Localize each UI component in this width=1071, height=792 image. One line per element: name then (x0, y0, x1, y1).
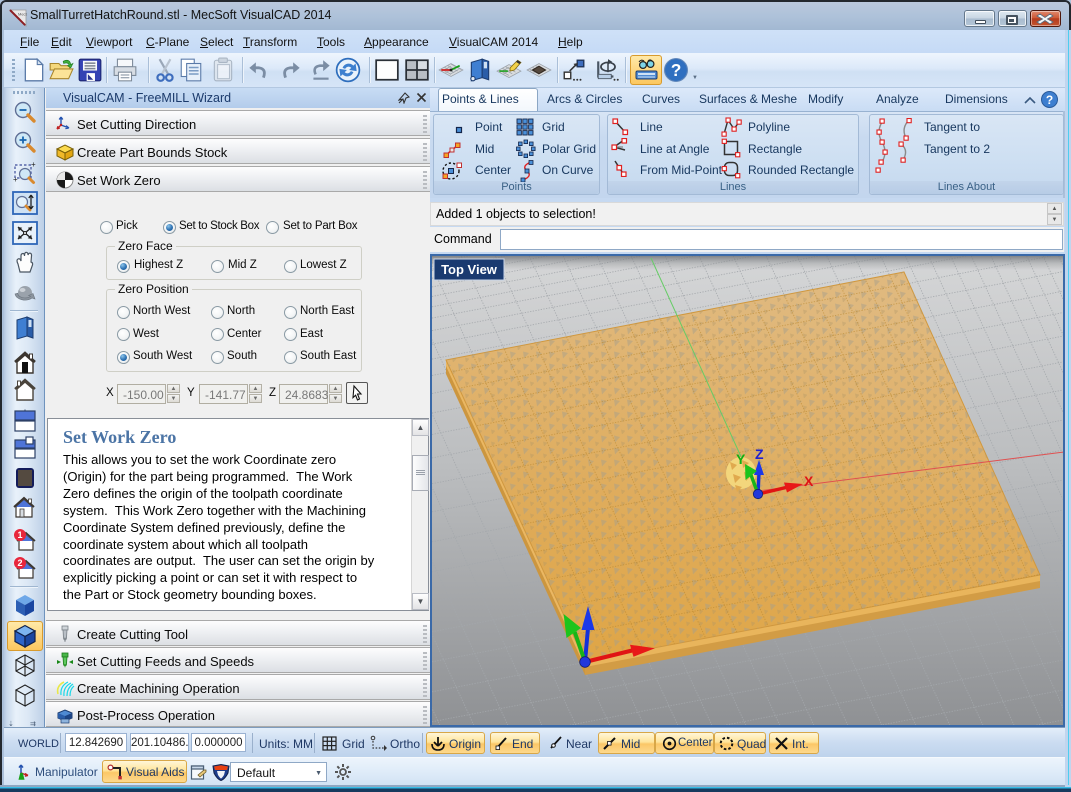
svg-text:?: ? (1046, 93, 1053, 107)
svg-text:?: ? (671, 60, 682, 80)
svg-text:Top View: Top View (441, 262, 498, 277)
svg-text:1: 1 (17, 530, 22, 540)
svg-text:+: + (31, 160, 36, 169)
svg-text:Z: Z (755, 446, 764, 462)
svg-text:Y: Y (736, 451, 746, 467)
svg-text:MecS: MecS (18, 12, 27, 17)
svg-text:+: + (13, 175, 18, 184)
svg-text:X: X (804, 473, 814, 489)
svg-text:2: 2 (17, 558, 22, 568)
